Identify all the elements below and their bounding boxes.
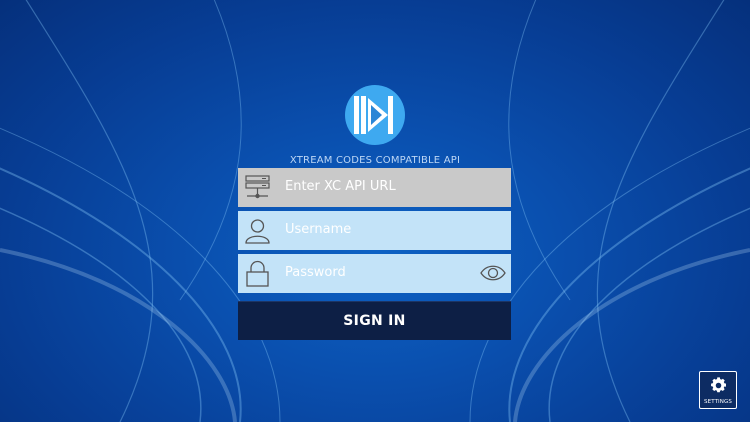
user-icon: [245, 219, 270, 244]
lock-icon: [246, 260, 269, 287]
eye-icon[interactable]: [479, 262, 507, 284]
password-placeholder: Password: [285, 265, 346, 280]
api-url-field[interactable]: Enter XC API URL: [238, 168, 511, 207]
username-field[interactable]: Username: [238, 211, 511, 250]
settings-button[interactable]: SETTINGS: [699, 371, 737, 409]
api-subtitle: XTREAM CODES COMPATIBLE API: [289, 155, 461, 166]
password-field[interactable]: Password: [238, 254, 511, 293]
server-icon: [245, 175, 270, 199]
sign-in-button[interactable]: SIGN IN: [238, 301, 511, 340]
username-placeholder: Username: [285, 222, 352, 237]
settings-label: SETTINGS: [704, 399, 732, 405]
xtream-play-logo-icon: [345, 85, 405, 145]
gear-icon: [711, 377, 727, 393]
api-url-placeholder: Enter XC API URL: [285, 179, 396, 194]
